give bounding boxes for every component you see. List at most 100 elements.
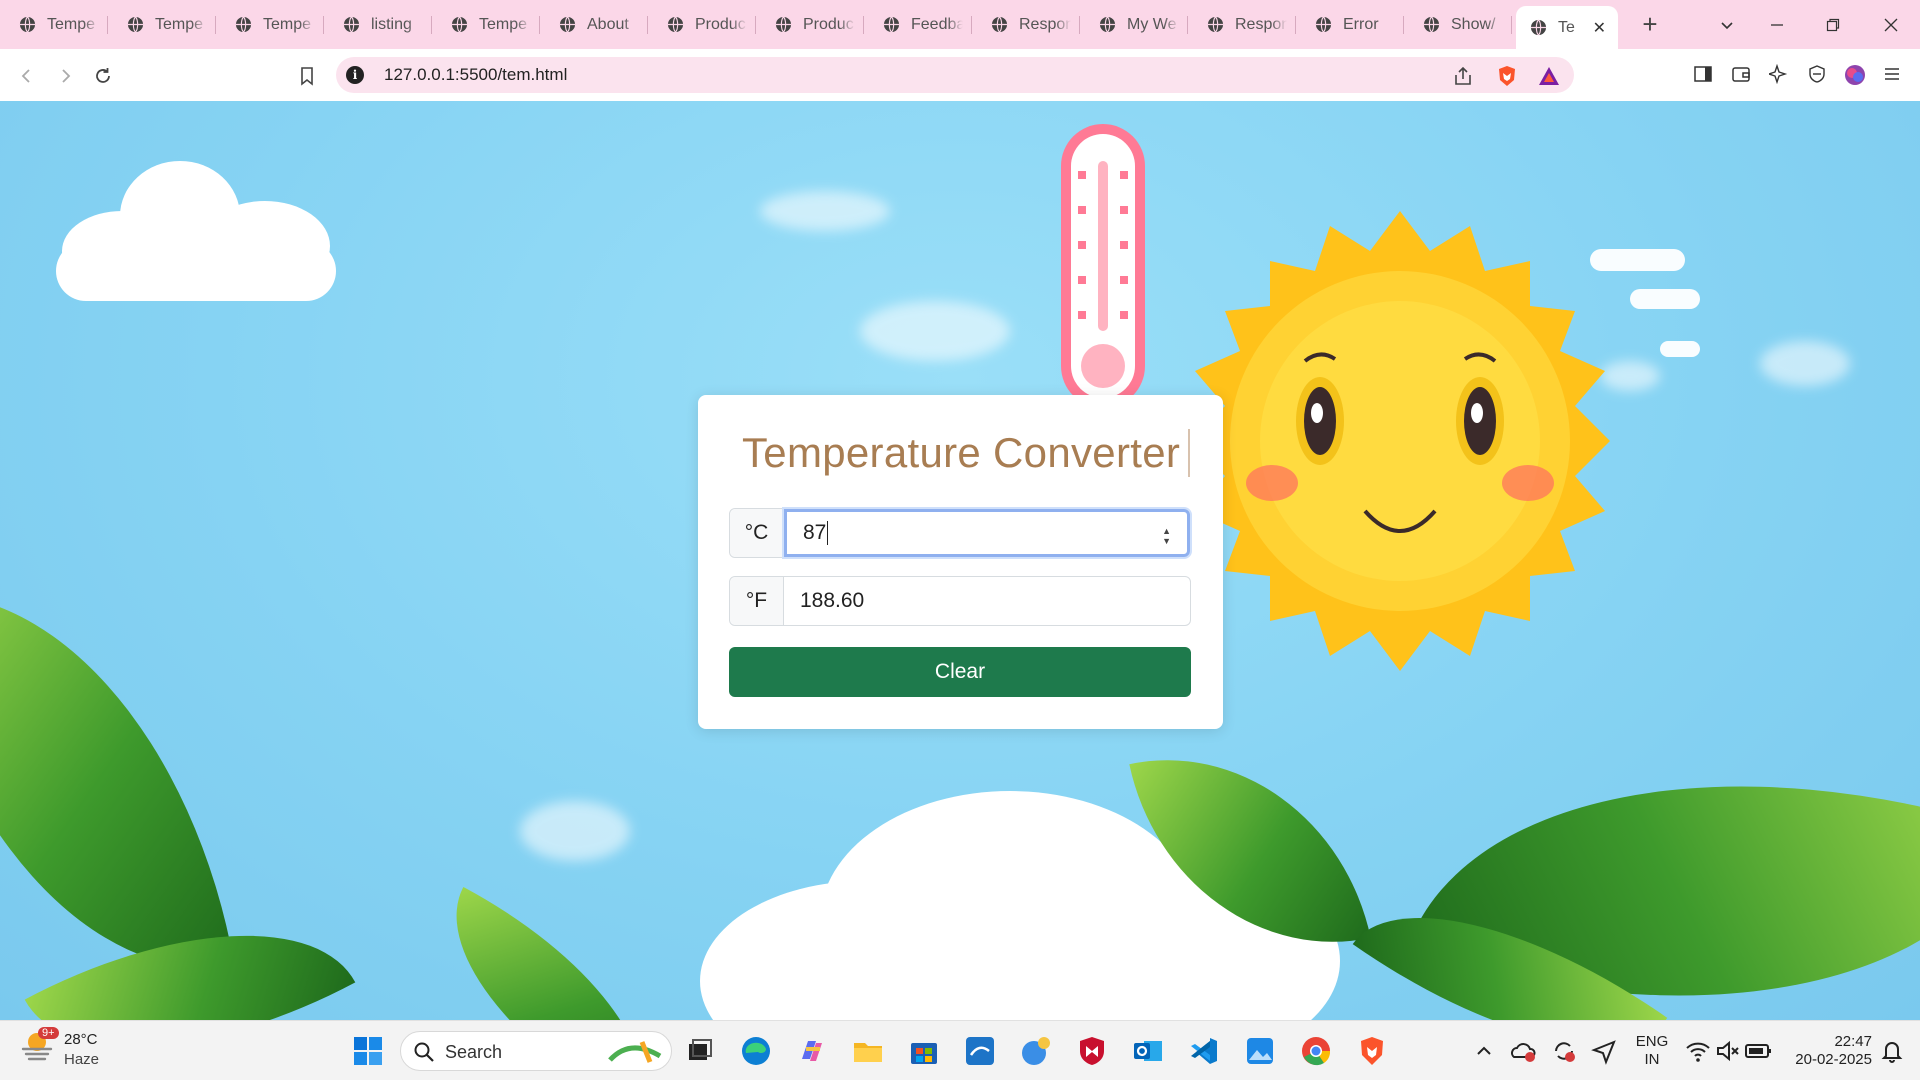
leo-ai-icon[interactable] bbox=[1766, 63, 1791, 86]
celsius-value: 87 bbox=[803, 521, 827, 544]
taskbar: 9+ 28°C Haze Search ENG IN 22:47 20-02-2… bbox=[0, 1020, 1920, 1080]
title-cursor bbox=[1188, 429, 1190, 477]
vscode-icon[interactable] bbox=[1188, 1035, 1220, 1067]
mysql-workbench-icon[interactable] bbox=[964, 1035, 996, 1067]
tab-label: Respon bbox=[1019, 15, 1071, 33]
celsius-input[interactable]: 87 ▲ ▼ bbox=[784, 509, 1190, 557]
tab[interactable]: Tempe bbox=[0, 0, 108, 49]
tab[interactable]: Tempe bbox=[432, 0, 540, 49]
tab[interactable]: About bbox=[540, 0, 648, 49]
restore-button[interactable] bbox=[1806, 0, 1860, 49]
bookmark-icon[interactable] bbox=[294, 63, 320, 89]
photos-icon[interactable] bbox=[1244, 1035, 1276, 1067]
tab-label: Tempe bbox=[479, 15, 528, 33]
close-tab-icon[interactable]: ✕ bbox=[1593, 18, 1606, 38]
brave-shields-icon[interactable] bbox=[1496, 65, 1518, 87]
sidebar-icon[interactable] bbox=[1693, 64, 1715, 86]
wifi-icon[interactable] bbox=[1682, 1035, 1714, 1067]
globe-icon bbox=[1207, 16, 1224, 33]
region-code: IN bbox=[1644, 1051, 1660, 1068]
tab-list: Tempe Tempe Tempe listing Tempe About Produc Pr… bbox=[0, 0, 1618, 49]
globe-icon bbox=[559, 16, 576, 33]
onedrive-icon[interactable] bbox=[1508, 1035, 1540, 1067]
battery-icon[interactable] bbox=[1742, 1035, 1774, 1067]
menu-icon[interactable] bbox=[1882, 64, 1904, 86]
clear-button[interactable]: Clear bbox=[729, 647, 1191, 697]
globe-icon bbox=[775, 16, 792, 33]
tab[interactable]: Show/ bbox=[1404, 0, 1512, 49]
url-text[interactable]: 127.0.0.1:5500/tem.html bbox=[384, 65, 567, 85]
chevron-up-icon[interactable] bbox=[1468, 1035, 1500, 1067]
copilot-icon[interactable] bbox=[796, 1035, 828, 1067]
edge-icon[interactable] bbox=[740, 1035, 772, 1067]
vpn-icon[interactable] bbox=[1807, 64, 1829, 86]
language-indicator[interactable]: ENG IN bbox=[1630, 1033, 1674, 1069]
back-button[interactable] bbox=[14, 63, 40, 89]
tab[interactable]: Feedba bbox=[864, 0, 972, 49]
notification-bell-icon[interactable] bbox=[1876, 1035, 1908, 1067]
close-window-button[interactable] bbox=[1864, 0, 1918, 49]
tab[interactable]: Error bbox=[1296, 0, 1404, 49]
forward-button[interactable] bbox=[52, 63, 78, 89]
browser-toolbar: i 127.0.0.1:5500/tem.html bbox=[0, 49, 1920, 101]
thermometer-illustration bbox=[1061, 124, 1145, 408]
tab[interactable]: Tempe bbox=[108, 0, 216, 49]
celsius-unit-label: °C bbox=[730, 509, 784, 557]
tab-label: Respon bbox=[1235, 15, 1287, 33]
outlook-icon[interactable] bbox=[1132, 1035, 1164, 1067]
site-info-icon[interactable]: i bbox=[346, 66, 364, 84]
weather-desc: Haze bbox=[64, 1051, 100, 1068]
volume-muted-icon[interactable] bbox=[1712, 1035, 1744, 1067]
tab[interactable]: My We bbox=[1080, 0, 1188, 49]
number-spinner[interactable]: ▲ ▼ bbox=[1162, 526, 1171, 546]
tab[interactable]: Produc bbox=[648, 0, 756, 49]
clock-date: 20-02-2025 bbox=[1795, 1051, 1872, 1068]
tab-search-icon[interactable] bbox=[1700, 0, 1754, 49]
globe-icon bbox=[1099, 16, 1116, 33]
tab[interactable]: Respon bbox=[1188, 0, 1296, 49]
tab-label: Error bbox=[1343, 15, 1379, 33]
globe-icon bbox=[235, 16, 252, 33]
weather-widget[interactable]: 9+ 28°C Haze bbox=[20, 1027, 99, 1068]
page-title: Temperature Converter bbox=[742, 429, 1181, 476]
share-icon[interactable] bbox=[1452, 65, 1474, 87]
globe-icon bbox=[883, 16, 900, 33]
location-icon[interactable] bbox=[1588, 1035, 1620, 1067]
fahrenheit-input[interactable]: 188.60 bbox=[784, 577, 1190, 625]
sun-illustration bbox=[1190, 211, 1610, 671]
tab-label: Feedba bbox=[911, 15, 963, 33]
mcafee-icon[interactable] bbox=[1076, 1035, 1108, 1067]
sync-icon[interactable] bbox=[1548, 1035, 1580, 1067]
text-cursor bbox=[827, 521, 829, 545]
tab[interactable]: Respon bbox=[972, 0, 1080, 49]
fahrenheit-unit-label: °F bbox=[730, 577, 784, 625]
tab[interactable]: listing bbox=[324, 0, 432, 49]
clock[interactable]: 22:47 20-02-2025 bbox=[1782, 1033, 1872, 1069]
tab-strip: Tempe Tempe Tempe listing Tempe About Produc Pr… bbox=[0, 0, 1920, 49]
task-view-icon[interactable] bbox=[684, 1035, 716, 1067]
fahrenheit-field: °F 188.60 bbox=[729, 576, 1191, 626]
brave-rewards-icon[interactable] bbox=[1538, 65, 1560, 87]
tab[interactable]: Tempe bbox=[216, 0, 324, 49]
microsoft-store-icon[interactable] bbox=[908, 1035, 940, 1067]
globe-icon bbox=[1315, 16, 1332, 33]
wallet-icon[interactable] bbox=[1731, 64, 1753, 86]
taskbar-search[interactable]: Search bbox=[400, 1031, 672, 1071]
tab-active[interactable]: Te ✕ bbox=[1516, 6, 1618, 49]
celsius-field: °C 87 ▲ ▼ bbox=[729, 508, 1191, 558]
weather-badge: 9+ bbox=[38, 1027, 59, 1039]
globe-icon bbox=[343, 16, 360, 33]
tab[interactable]: Produc bbox=[756, 0, 864, 49]
chrome-icon[interactable] bbox=[1300, 1035, 1332, 1067]
file-explorer-icon[interactable] bbox=[852, 1035, 884, 1067]
globe-icon bbox=[451, 16, 468, 33]
new-tab-button[interactable]: + bbox=[1626, 0, 1674, 49]
address-bar[interactable]: i 127.0.0.1:5500/tem.html bbox=[336, 57, 1574, 93]
profile-avatar[interactable] bbox=[1844, 64, 1866, 86]
minimize-button[interactable] bbox=[1750, 0, 1804, 49]
reload-button[interactable] bbox=[90, 63, 116, 89]
paint-app-icon[interactable] bbox=[1020, 1035, 1052, 1067]
start-button[interactable] bbox=[352, 1035, 384, 1067]
brave-browser-icon[interactable] bbox=[1356, 1035, 1388, 1067]
language-code: ENG bbox=[1635, 1033, 1669, 1050]
